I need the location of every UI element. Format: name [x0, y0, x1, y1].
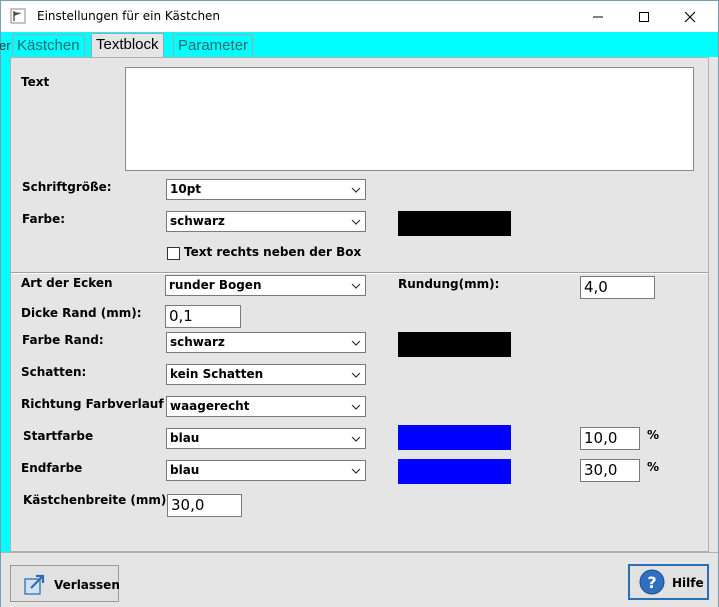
divider-highlight	[11, 273, 708, 274]
border-color-swatch[interactable]	[398, 332, 511, 357]
end-percent-unit: %	[647, 460, 660, 474]
corners-select[interactable]: runder Bogen	[165, 275, 366, 296]
gradient-direction-select[interactable]: waagerecht	[166, 396, 366, 417]
left-strip: er	[0, 32, 11, 552]
start-color-value: blau	[170, 431, 200, 445]
color-label: Farbe:	[22, 212, 66, 226]
button-bar: Verlassen ? Hilfe	[1, 552, 718, 607]
border-color-label: Farbe Rand:	[22, 333, 104, 347]
chevron-down-icon	[351, 187, 361, 193]
exit-arrow-icon	[24, 574, 45, 595]
border-color-value: schwarz	[170, 335, 225, 349]
tab-parameter[interactable]: Parameter	[173, 34, 254, 56]
chevron-down-icon	[351, 372, 361, 378]
help-button[interactable]: ? Hilfe	[628, 564, 709, 600]
end-percent-input[interactable]: 30,0	[580, 459, 640, 482]
text-label: Text	[21, 75, 50, 89]
box-width-label: Kästchenbreite (mm):	[23, 493, 172, 507]
close-button[interactable]	[667, 1, 713, 32]
chevron-down-icon	[351, 283, 361, 289]
help-label: Hilfe	[672, 576, 704, 590]
border-thickness-label: Dicke Rand (mm):	[21, 306, 142, 320]
tab-textblock[interactable]: Textblock	[91, 33, 164, 57]
corners-label: Art der Ecken	[21, 276, 113, 290]
font-size-value: 10pt	[170, 182, 202, 196]
end-color-select[interactable]: blau	[166, 460, 366, 481]
color-swatch[interactable]	[398, 211, 511, 236]
minimize-icon	[593, 16, 603, 17]
rounding-label: Rundung(mm):	[398, 277, 500, 291]
leave-button[interactable]: Verlassen	[10, 565, 120, 602]
maximize-icon	[639, 11, 649, 22]
tab-kaestchen[interactable]: Kästchen	[12, 34, 85, 56]
shadow-value: kein Schatten	[170, 367, 264, 381]
help-icon: ?	[639, 569, 665, 595]
text-area[interactable]	[125, 67, 694, 171]
border-thickness-input[interactable]: 0,1	[165, 305, 241, 328]
svg-text:?: ?	[647, 573, 656, 592]
settings-dialog: Einstellungen für ein Kästchen Kästchen …	[0, 0, 719, 607]
gradient-direction-label: Richtung Farbverlauf	[21, 397, 164, 411]
end-color-swatch[interactable]	[398, 459, 511, 484]
font-size-select[interactable]: 10pt	[166, 179, 366, 200]
text-right-checkbox[interactable]	[167, 247, 180, 260]
corners-value: runder Bogen	[169, 278, 262, 292]
chevron-down-icon	[351, 340, 361, 346]
window-title: Einstellungen für ein Kästchen	[37, 9, 221, 23]
chevron-down-icon	[351, 436, 361, 442]
chevron-down-icon	[351, 219, 361, 225]
color-select[interactable]: schwarz	[166, 211, 366, 232]
minimize-button[interactable]	[575, 1, 621, 32]
maximize-button[interactable]	[621, 1, 667, 32]
textblock-panel: Text Schriftgröße: 10pt Farbe: schwarz T…	[10, 57, 709, 552]
start-color-label: Startfarbe	[23, 429, 94, 443]
title-bar: Einstellungen für ein Kästchen	[1, 1, 718, 32]
font-size-label: Schriftgröße:	[22, 180, 112, 194]
chevron-down-icon	[351, 404, 361, 410]
text-right-label: Text rechts neben der Box	[184, 245, 362, 259]
start-percent-input[interactable]: 10,0	[580, 427, 640, 450]
shadow-label: Schatten:	[21, 365, 87, 379]
gradient-direction-value: waagerecht	[170, 399, 250, 413]
end-color-value: blau	[170, 463, 200, 477]
start-percent-unit: %	[647, 428, 660, 442]
background-text: er	[0, 38, 11, 53]
border-color-select[interactable]: schwarz	[166, 332, 366, 353]
shadow-select[interactable]: kein Schatten	[166, 364, 366, 385]
end-color-label: Endfarbe	[21, 461, 83, 475]
rounding-input[interactable]: 4,0	[580, 276, 655, 299]
leave-label: Verlassen	[54, 578, 120, 592]
chevron-down-icon	[351, 468, 361, 474]
start-color-swatch[interactable]	[398, 425, 511, 450]
tab-bar: Kästchen Textblock Parameter	[1, 32, 718, 57]
start-color-select[interactable]: blau	[166, 428, 366, 449]
app-flag-icon	[10, 8, 26, 24]
close-icon	[684, 11, 696, 22]
color-value: schwarz	[170, 214, 225, 228]
box-width-input[interactable]: 30,0	[167, 494, 242, 517]
